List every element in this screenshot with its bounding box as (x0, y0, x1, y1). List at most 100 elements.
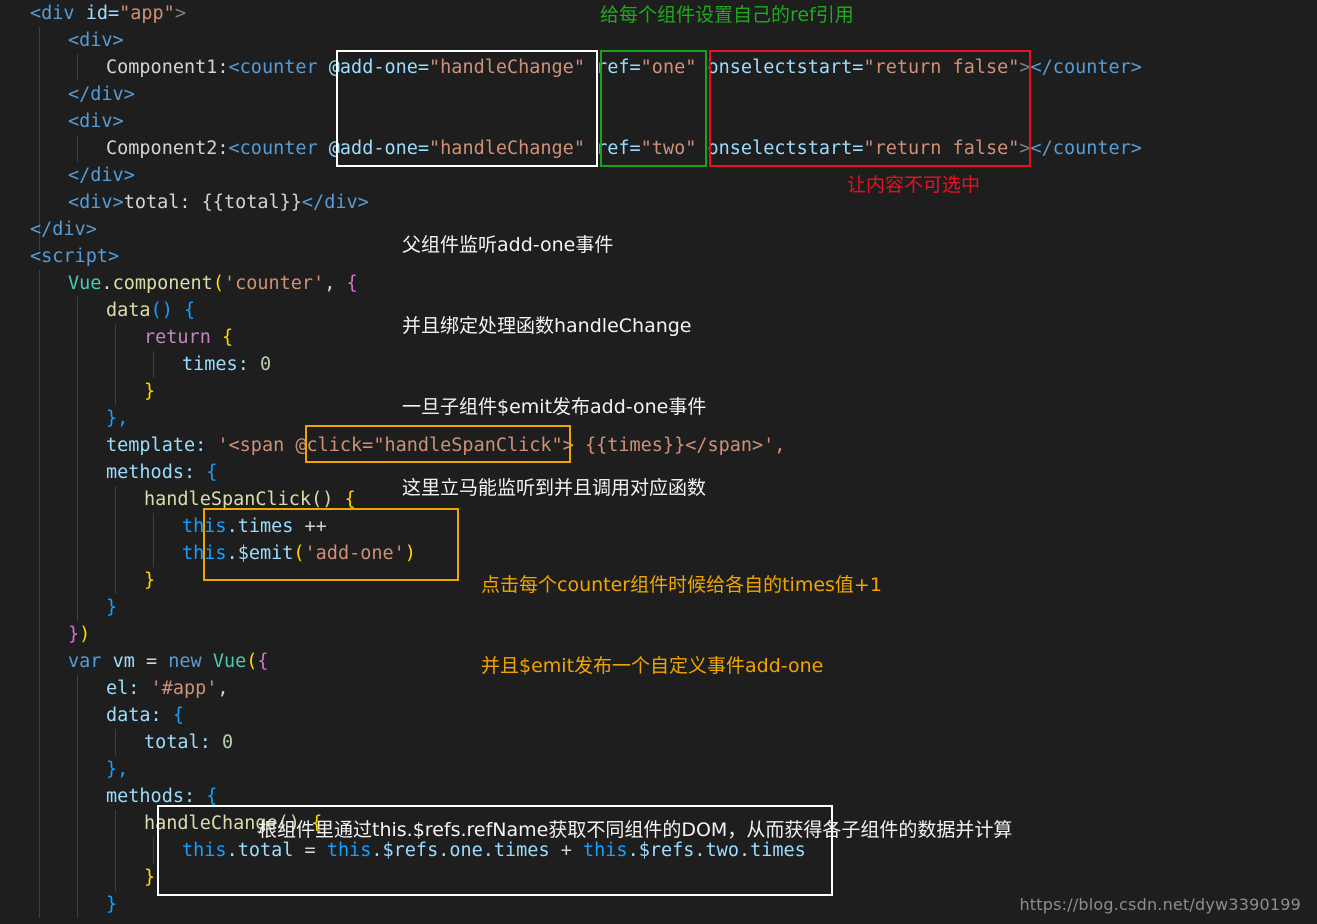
property-token: el: (106, 678, 140, 699)
keyword-token: this (182, 840, 227, 861)
text-token: Component2: (106, 138, 229, 159)
string-token: "one" (640, 57, 697, 78)
tag-token: <counter (228, 138, 318, 159)
attr-token: onselectstart= (707, 57, 864, 78)
number-token: 0 (221, 732, 234, 753)
attr-token: ref= (596, 138, 641, 159)
code-line-23: } (106, 597, 118, 618)
click-emit-line-1: 点击每个counter组件时候给各自的times值+1 (481, 574, 882, 596)
code-line-25: var vm = new Vue({ (68, 651, 269, 672)
code-line-28: total: 0 (144, 729, 233, 756)
unselectable-annotation-text: 让内容不可选中 (847, 174, 981, 196)
function-token: data (106, 300, 151, 321)
string-token: "two" (640, 138, 697, 159)
tag-token: </counter> (1030, 57, 1142, 78)
tag-token: <counter (228, 57, 318, 78)
string-token: "handleChange" (429, 138, 585, 159)
member-token: .times (226, 516, 294, 537)
keyword-token: this (182, 516, 227, 537)
code-line-30: methods: { (106, 786, 218, 807)
code-line-21: this.$emit('add-one') (182, 543, 416, 564)
string-token: "return false" (863, 138, 1020, 159)
tag-token: <div> (68, 111, 124, 132)
parent-listen-line-1: 父组件监听add-one事件 (402, 234, 614, 256)
code-line-15: } (144, 381, 156, 402)
refs-dom-line-1: 根组件里通过this.$refs.refName获取不同组件的DOM，从而获得各… (258, 819, 1013, 841)
property-token: methods: (106, 786, 196, 807)
text-token: Component1: (106, 57, 229, 78)
property-token: total: (144, 732, 211, 753)
string-token: "return false" (863, 57, 1020, 78)
function-token: component (112, 273, 213, 294)
function-token: handleSpanClick() (144, 489, 334, 510)
code-line-11: Vue.component('counter', { (68, 273, 358, 294)
tag-token: <div (30, 3, 75, 24)
string-token: "handleChange" (429, 57, 585, 78)
member-token: .$emit (226, 543, 294, 564)
code-line-29: }, (106, 759, 129, 780)
code-line-16: }, (106, 408, 129, 429)
code-line-13: return { (144, 327, 234, 348)
code-line-1: <div id="app"> (30, 3, 186, 24)
code-screenshot: <div id="app"> <div> Component1:<counter… (0, 0, 1317, 924)
code-line-12: data() { (106, 300, 196, 321)
property-token: data: (106, 705, 162, 726)
code-line-33: } (144, 867, 156, 888)
code-line-2: <div> (68, 27, 124, 54)
code-line-22: } (144, 570, 156, 591)
code-line-20: this.times ++ (182, 516, 327, 537)
code-line-19: handleSpanClick() { (144, 489, 356, 510)
keyword-token: return (144, 327, 211, 348)
code-line-34: } (106, 894, 118, 915)
parent-listen-line-2: 并且绑定处理函数handleChange (402, 315, 692, 337)
keyword-token: this (182, 543, 227, 564)
string-token: '#app' (150, 678, 218, 699)
number-token: 0 (259, 354, 272, 375)
code-line-3: Component1:<counter @add-one="handleChan… (106, 57, 1142, 78)
code-line-18: methods: { (106, 462, 218, 483)
attr-token: ref= (596, 57, 641, 78)
code-line-26: el: '#app', (106, 678, 229, 699)
tag-token: <div> (68, 30, 124, 51)
parent-listen-line-3: 一旦子组件$emit发布add-one事件 (402, 396, 707, 418)
attr-token: @click= (295, 435, 374, 456)
keyword-token: var (68, 651, 102, 672)
keyword-token: new (168, 651, 202, 672)
attr-token: onselectstart= (707, 138, 864, 159)
tag-token: <script> (30, 246, 120, 267)
code-line-24: }) (68, 624, 91, 645)
parent-listen-line-4: 这里立马能监听到并且调用对应函数 (402, 477, 707, 499)
source-watermark: https://blog.csdn.net/dyw3390199 (1019, 895, 1301, 914)
code-line-10: <script> (30, 243, 119, 270)
code-line-7: </div> (68, 162, 135, 189)
string-token: 'counter' (223, 273, 325, 294)
object-token: Vue (212, 651, 247, 672)
property-token: methods: (106, 462, 196, 483)
variable-token: vm (112, 651, 135, 672)
attr-token: @add-one= (328, 57, 430, 78)
tag-token: </div> (30, 219, 97, 240)
code-line-6: Component2:<counter @add-one="handleChan… (106, 138, 1142, 159)
code-line-5: <div> (68, 108, 124, 135)
code-line-9: </div> (30, 216, 97, 243)
code-line-14: times: 0 (182, 351, 271, 378)
code-line-4: </div> (68, 81, 135, 108)
string-token: '<span (217, 435, 285, 456)
property-token: template: (106, 435, 207, 456)
click-emit-annotation: 点击每个counter组件时候给各自的times值+1 并且$emit发布一个自… (481, 518, 882, 734)
tag-token: </div> (68, 165, 135, 186)
attr-token: id= (85, 3, 120, 24)
attr-token: @add-one= (328, 138, 430, 159)
object-token: Vue (68, 273, 102, 294)
tag-token: <div> (68, 192, 124, 213)
code-line-27: data: { (106, 705, 184, 726)
parent-listen-annotation: 父组件监听add-one事件 并且绑定处理函数handleChange 一旦子组… (402, 178, 706, 556)
refs-dom-annotation: 根组件里通过this.$refs.refName获取不同组件的DOM，从而获得各… (258, 763, 1012, 898)
click-emit-line-2: 并且$emit发布一个自定义事件add-one (481, 655, 824, 677)
string-token: 'add-one' (304, 543, 405, 564)
ref-annotation-text: 给每个组件设置自己的ref引用 (600, 4, 854, 26)
tag-token: </div> (68, 84, 135, 105)
string-token: "app" (119, 3, 175, 24)
text-token: total: {{total}} (123, 192, 302, 213)
code-line-8: <div>total: {{total}}</div> (68, 189, 369, 216)
